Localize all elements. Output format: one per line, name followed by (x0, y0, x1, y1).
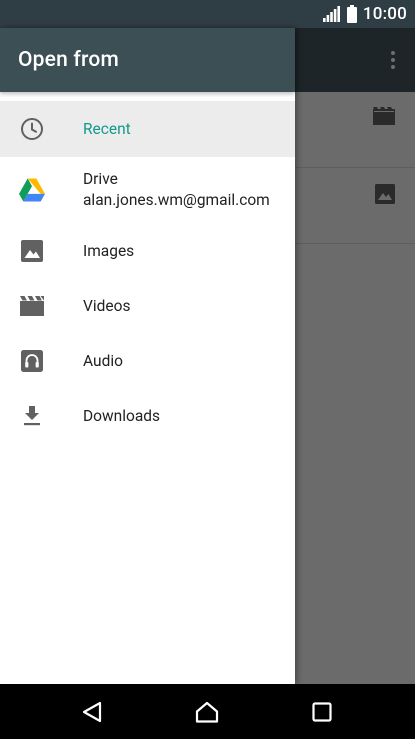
drawer-title: Open from (18, 48, 120, 72)
film-icon (373, 107, 395, 129)
more-vert-icon[interactable] (388, 50, 398, 70)
back-button[interactable] (57, 684, 127, 739)
root-item-recent[interactable]: Recent (0, 101, 295, 157)
roots-list: Recent Drive alan.jones.wm@gmail.com Ima… (0, 92, 295, 443)
signal-icon (322, 6, 341, 22)
google-drive-icon (19, 177, 45, 203)
root-item-audio[interactable]: Audio (0, 333, 295, 388)
clock-icon (19, 116, 45, 142)
download-icon (19, 403, 45, 429)
root-item-label: Drive (83, 170, 118, 188)
home-button[interactable] (172, 684, 242, 739)
root-item-label: Videos (83, 296, 131, 315)
recents-icon (312, 701, 332, 722)
root-item-downloads[interactable]: Downloads (0, 388, 295, 443)
open-from-drawer: Open from Recent Drive alan.jones.wm@gma… (0, 28, 295, 684)
root-item-label: Recent (83, 120, 131, 138)
image-icon (19, 238, 45, 264)
image-icon (375, 184, 395, 208)
drawer-header: Open from (0, 28, 295, 92)
headphones-icon (19, 348, 45, 374)
recents-button[interactable] (287, 684, 357, 739)
status-time: 10:00 (362, 4, 407, 24)
film-icon (19, 293, 45, 319)
status-icons: 10:00 (322, 0, 407, 28)
root-item-label: Images (83, 241, 135, 260)
battery-icon (346, 5, 357, 23)
root-item-label: Downloads (83, 406, 161, 425)
root-item-videos[interactable]: Videos (0, 278, 295, 333)
root-item-images[interactable]: Images (0, 223, 295, 278)
home-icon (195, 701, 219, 723)
status-bar: 10:00 (0, 0, 415, 28)
root-item-summary: alan.jones.wm@gmail.com (83, 191, 270, 209)
root-item-drive[interactable]: Drive alan.jones.wm@gmail.com (0, 157, 295, 223)
root-item-label: Audio (83, 351, 123, 370)
back-icon (82, 701, 102, 723)
navigation-bar (0, 684, 415, 739)
